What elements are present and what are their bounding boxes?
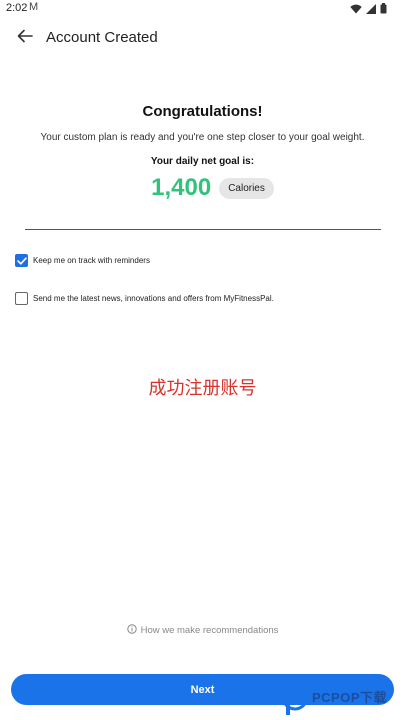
- signal-icon: [366, 1, 376, 19]
- status-icons: [350, 1, 387, 19]
- checkmark-icon: [16, 256, 27, 265]
- reminders-checkbox[interactable]: [15, 254, 28, 267]
- arrow-left-icon: [17, 29, 33, 48]
- pcpop-logo-icon: [281, 683, 309, 715]
- news-label: Send me the latest news, innovations and…: [33, 294, 274, 303]
- site-logo: PCPOP下载: [279, 682, 405, 718]
- plan-ready-text: Your custom plan is ready and you're one…: [40, 132, 365, 143]
- calories-badge: Calories: [219, 177, 274, 199]
- back-button[interactable]: [14, 27, 36, 49]
- recommendations-link[interactable]: How we make recommendations: [0, 621, 405, 639]
- site-logo-text: PCPOP下载: [312, 690, 388, 705]
- app-bar: Account Created: [0, 24, 405, 54]
- battery-icon: [380, 1, 387, 19]
- reminders-checkbox-row[interactable]: Keep me on track with reminders: [15, 254, 150, 267]
- goal-value: 1,400: [151, 174, 212, 201]
- news-checkbox[interactable]: [15, 292, 28, 305]
- goal-row: 1,400 Calories: [0, 174, 405, 202]
- info-circle-icon: [126, 621, 137, 639]
- news-checkbox-row[interactable]: Send me the latest news, innovations and…: [15, 292, 274, 305]
- page-title: Account Created: [46, 29, 158, 46]
- overlay-caption: 成功注册账号: [148, 378, 257, 399]
- mail-icon: M: [29, 1, 39, 13]
- divider: [25, 229, 381, 230]
- status-time: 2:02: [6, 2, 28, 14]
- status-bar: 2:02 M: [0, 0, 405, 18]
- reminders-label: Keep me on track with reminders: [33, 256, 150, 265]
- wifi-icon: [350, 1, 362, 19]
- recommendations-text: How we make recommendations: [140, 624, 279, 636]
- goal-label: Your daily net goal is:: [150, 156, 255, 167]
- congrats-heading: Congratulations!: [142, 103, 263, 120]
